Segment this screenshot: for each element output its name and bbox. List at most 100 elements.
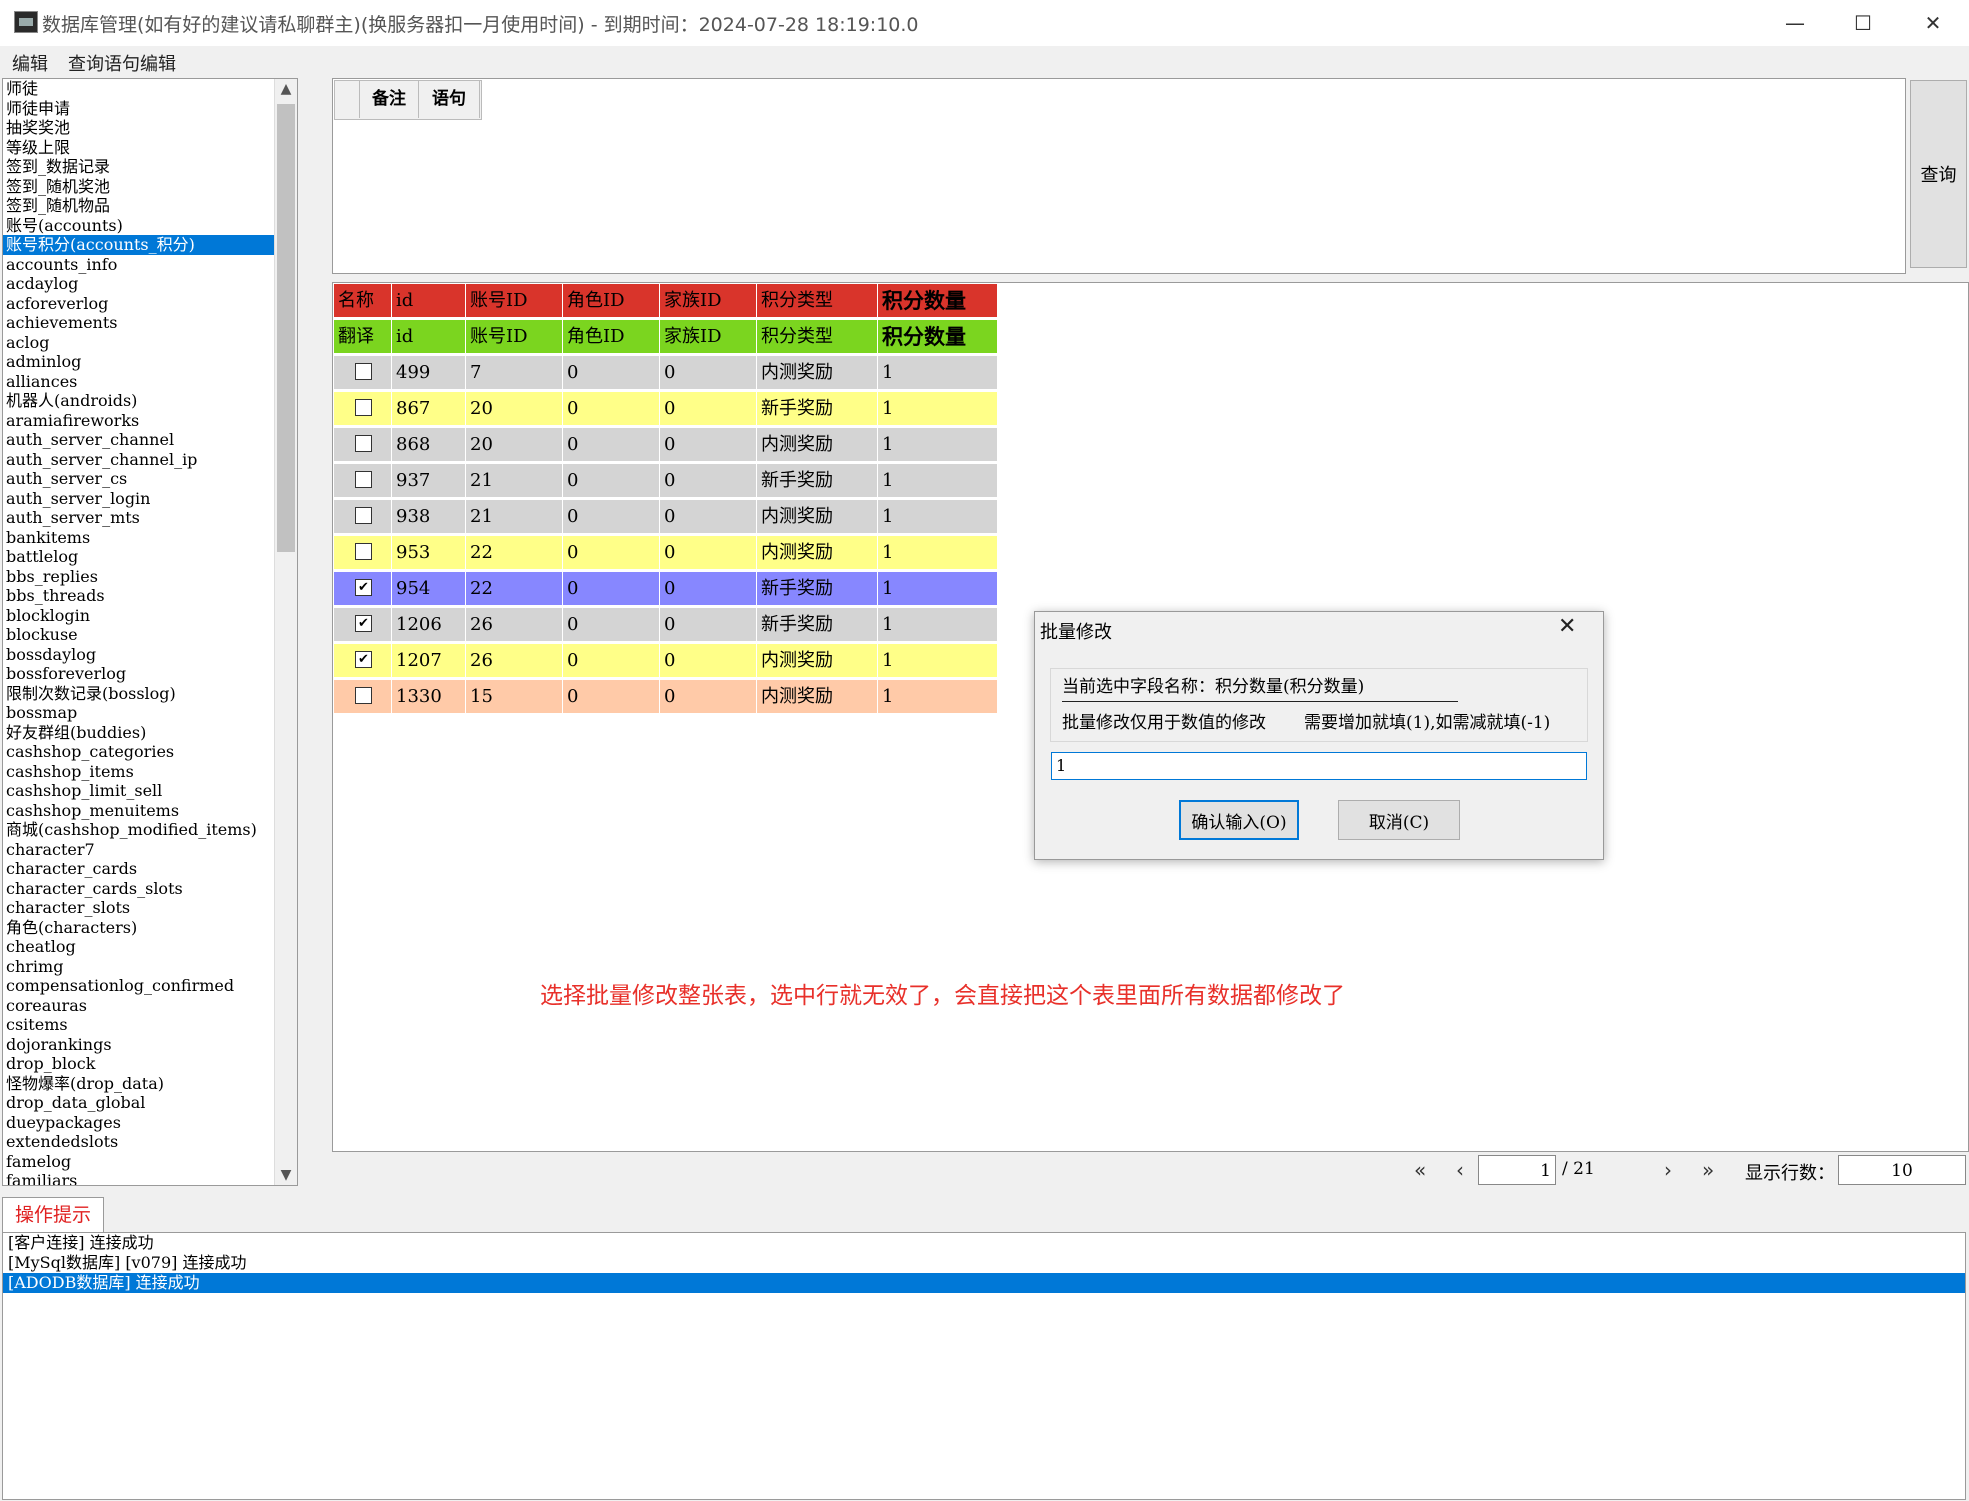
table-cell[interactable]: 0 (660, 608, 757, 642)
table-list-item[interactable]: chrimg (3, 957, 297, 977)
table-cell[interactable]: 15 (466, 680, 563, 714)
first-page-button[interactable]: « (1414, 1158, 1426, 1182)
translate-header[interactable]: 角色ID (563, 320, 660, 354)
table-cell[interactable]: 7 (466, 356, 563, 390)
table-list-item[interactable]: auth_server_channel (3, 430, 297, 450)
checkbox-icon[interactable] (355, 362, 372, 380)
row-select-cell[interactable] (334, 392, 392, 426)
table-list-item[interactable]: adminlog (3, 352, 297, 372)
menu-edit[interactable]: 编辑 (12, 50, 48, 76)
checkbox-icon[interactable] (355, 542, 372, 560)
table-list-item[interactable]: cheatlog (3, 937, 297, 957)
table-cell[interactable]: 938 (392, 500, 466, 534)
table-cell[interactable]: 新手奖励 (757, 572, 878, 606)
table-cell[interactable]: 0 (660, 356, 757, 390)
table-cell[interactable]: 内测奖励 (757, 536, 878, 570)
row-select-cell[interactable] (334, 428, 392, 462)
table-cell[interactable]: 1 (878, 500, 998, 534)
table-list-item[interactable]: character7 (3, 840, 297, 860)
column-header[interactable]: 账号ID (466, 284, 563, 318)
table-cell[interactable]: 内测奖励 (757, 680, 878, 714)
table-cell[interactable]: 0 (563, 572, 660, 606)
table-cell[interactable]: 21 (466, 464, 563, 498)
checkbox-icon[interactable] (355, 470, 372, 488)
table-list-item[interactable]: acforeverlog (3, 294, 297, 314)
table-cell[interactable]: 0 (563, 392, 660, 426)
row-select-cell[interactable]: ✔ (334, 608, 392, 642)
page-input[interactable]: 1 (1478, 1155, 1556, 1185)
table-list-item[interactable]: coreauras (3, 996, 297, 1016)
table-cell[interactable]: 1 (878, 536, 998, 570)
table-cell[interactable]: 0 (563, 464, 660, 498)
translate-header[interactable]: 积分数量 (878, 320, 998, 354)
table-list-item[interactable]: drop_data_global (3, 1093, 297, 1113)
table-cell[interactable]: 1 (878, 356, 998, 390)
cancel-button[interactable]: 取消(C) (1338, 800, 1460, 840)
log-line-selected[interactable]: [ADODB数据库] 连接成功 (3, 1273, 1965, 1293)
next-page-button[interactable]: › (1664, 1158, 1672, 1182)
log-tab[interactable]: 操作提示 (2, 1197, 104, 1232)
table-cell[interactable]: 1 (878, 428, 998, 462)
row-select-cell[interactable] (334, 356, 392, 390)
table-cell[interactable]: 0 (563, 356, 660, 390)
table-cell[interactable]: 0 (563, 644, 660, 678)
table-list-item[interactable]: auth_server_channel_ip (3, 450, 297, 470)
translate-header[interactable]: 翻译 (334, 320, 392, 354)
table-list-item[interactable]: bossdaylog (3, 645, 297, 665)
dialog-value-input[interactable]: 1 (1051, 752, 1587, 780)
table-list-item[interactable]: bankitems (3, 528, 297, 548)
table-list-item[interactable]: cashshop_items (3, 762, 297, 782)
table-list-item[interactable]: familiars (3, 1171, 297, 1185)
table-list-item[interactable]: auth_server_mts (3, 508, 297, 528)
translate-header[interactable]: id (392, 320, 466, 354)
maximize-button[interactable]: ☐ (1828, 0, 1898, 46)
table-cell[interactable]: 内测奖励 (757, 644, 878, 678)
table-list-item[interactable]: 抽奖奖池 (3, 118, 297, 138)
table-list-item[interactable]: 师徒申请 (3, 99, 297, 119)
table-cell[interactable]: 新手奖励 (757, 608, 878, 642)
checkbox-checked-icon[interactable]: ✔ (355, 614, 372, 632)
table-list-item[interactable]: compensationlog_confirmed (3, 976, 297, 996)
translate-header[interactable]: 账号ID (466, 320, 563, 354)
table-list-item[interactable]: drop_block (3, 1054, 297, 1074)
table-cell[interactable]: 1330 (392, 680, 466, 714)
table-cell[interactable]: 21 (466, 500, 563, 534)
table-cell[interactable]: 1 (878, 680, 998, 714)
checkbox-icon[interactable] (355, 434, 372, 452)
column-header[interactable]: id (392, 284, 466, 318)
table-list-item[interactable]: famelog (3, 1152, 297, 1172)
table-cell[interactable]: 20 (466, 428, 563, 462)
table-list-item[interactable]: 好友群组(buddies) (3, 723, 297, 743)
table-list-item[interactable]: cashshop_menuitems (3, 801, 297, 821)
table-cell[interactable]: 1207 (392, 644, 466, 678)
table-list-item[interactable]: aramiafireworks (3, 411, 297, 431)
row-select-cell[interactable] (334, 500, 392, 534)
table-cell[interactable]: 1 (878, 392, 998, 426)
column-header[interactable]: 积分类型 (757, 284, 878, 318)
table-cell[interactable]: 26 (466, 644, 563, 678)
table-list-item[interactable]: acdaylog (3, 274, 297, 294)
row-select-cell[interactable] (334, 680, 392, 714)
table-list-item[interactable]: cashshop_limit_sell (3, 781, 297, 801)
table-cell[interactable]: 868 (392, 428, 466, 462)
table-cell[interactable]: 22 (466, 536, 563, 570)
table-cell[interactable]: 0 (660, 464, 757, 498)
table-cell[interactable]: 937 (392, 464, 466, 498)
row-select-cell[interactable]: ✔ (334, 644, 392, 678)
checkbox-icon[interactable] (355, 686, 372, 704)
table-cell[interactable]: 867 (392, 392, 466, 426)
table-cell[interactable]: 499 (392, 356, 466, 390)
table-list-item[interactable]: alliances (3, 372, 297, 392)
table-list-item[interactable]: aclog (3, 333, 297, 353)
table-list-item[interactable]: blocklogin (3, 606, 297, 626)
table-list-scrollbar[interactable]: ▲ ▼ (274, 79, 297, 1185)
table-list-item[interactable]: 限制次数记录(bosslog) (3, 684, 297, 704)
table-list-item[interactable]: bossmap (3, 703, 297, 723)
table-cell[interactable]: 0 (563, 500, 660, 534)
row-select-cell[interactable] (334, 464, 392, 498)
table-list-item[interactable]: 签到_随机物品 (3, 196, 297, 216)
row-select-cell[interactable]: ✔ (334, 572, 392, 606)
column-header[interactable]: 积分数量 (878, 284, 998, 318)
table-list-item[interactable]: 账号(accounts) (3, 216, 297, 236)
table-cell[interactable]: 0 (563, 536, 660, 570)
